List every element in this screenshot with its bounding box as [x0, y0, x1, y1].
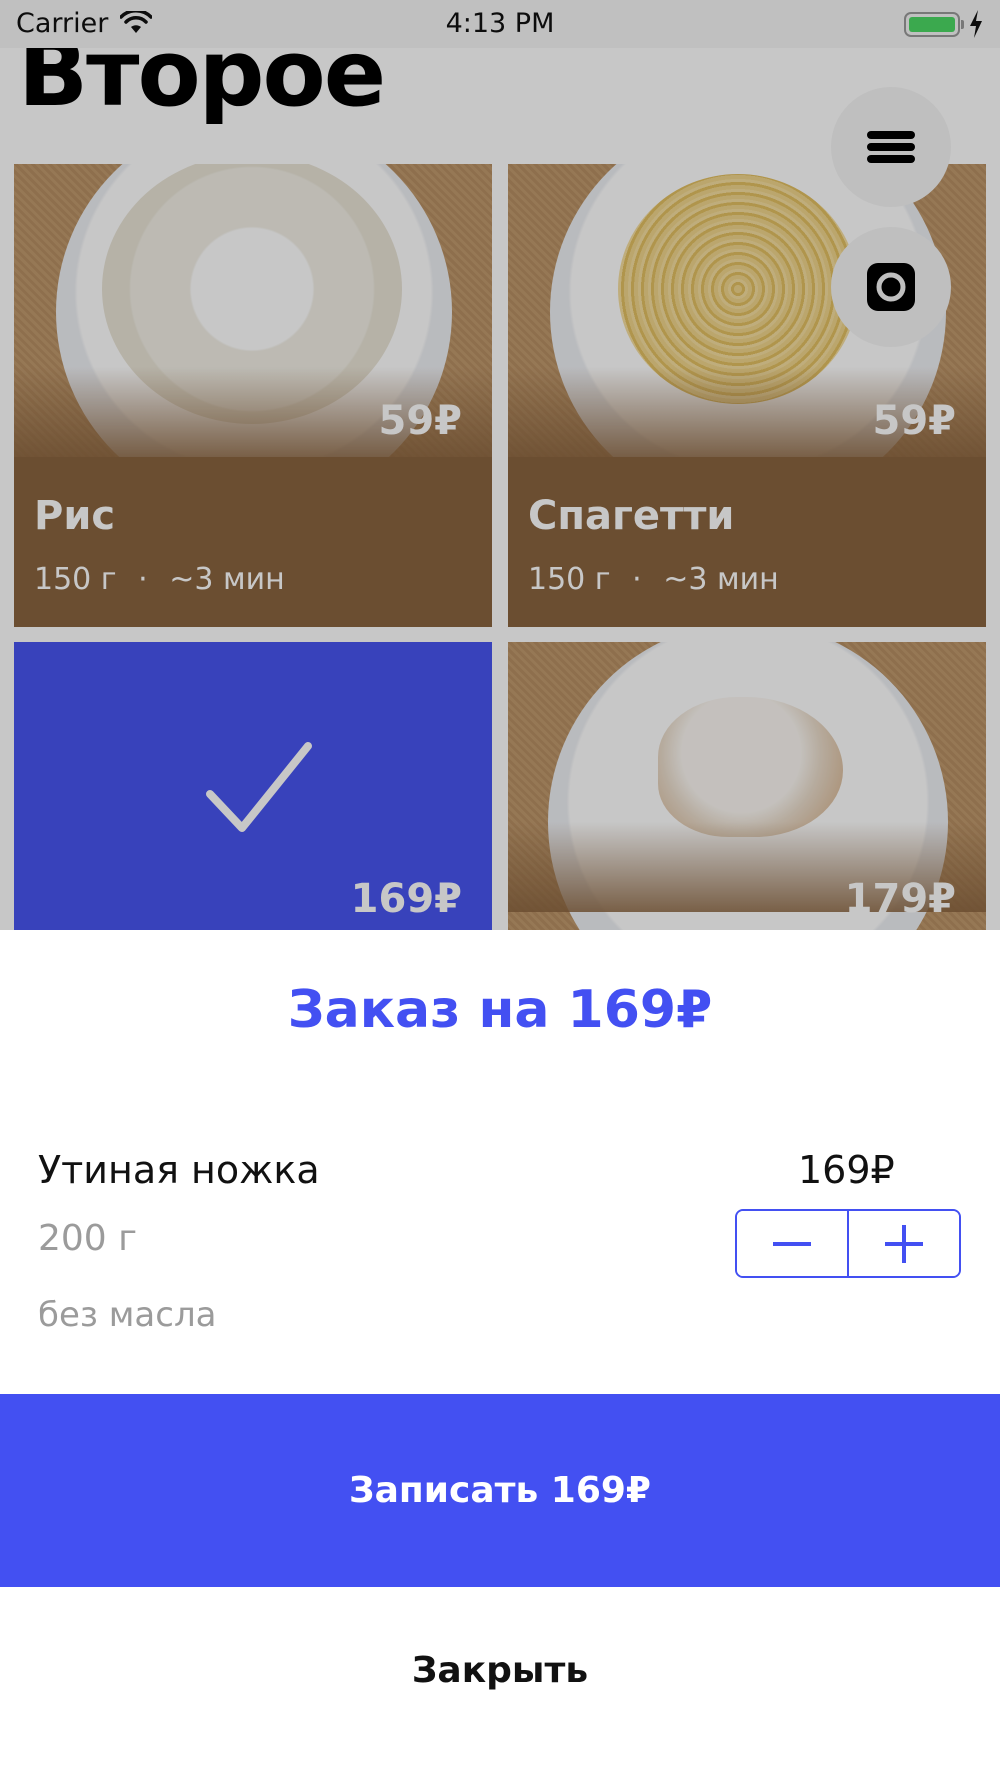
modal-dim-overlay[interactable]: [0, 0, 1000, 930]
order-sheet: Заказ на 169₽ Утиная ножка 169₽ 200 г бе…: [0, 930, 1000, 1778]
order-item-price: 169₽: [798, 1148, 895, 1192]
close-label: Закрыть: [411, 1649, 589, 1691]
quantity-stepper: [735, 1209, 961, 1278]
decrement-button[interactable]: [737, 1211, 847, 1276]
increment-button[interactable]: [847, 1211, 959, 1276]
order-title: Заказ на 169₽: [287, 980, 713, 1040]
submit-order-label: Записать 169₽: [349, 1470, 651, 1511]
minus-icon: [773, 1241, 811, 1246]
order-item-weight: 200 г: [38, 1218, 138, 1259]
submit-order-button[interactable]: Записать 169₽: [0, 1394, 1000, 1587]
order-item-name: Утиная ножка: [38, 1148, 320, 1192]
close-button[interactable]: Закрыть: [0, 1610, 1000, 1730]
order-item-note: без масла: [38, 1295, 217, 1335]
